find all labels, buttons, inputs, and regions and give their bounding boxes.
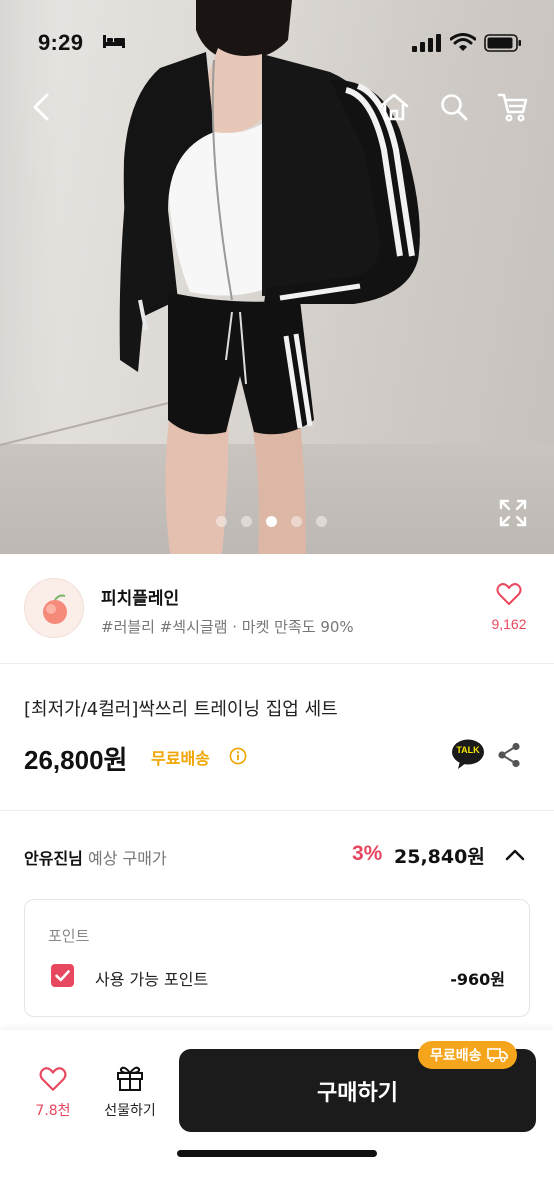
expand-icon[interactable] (497, 497, 529, 529)
estimate-price: 25,840원 (394, 846, 485, 868)
product-image[interactable]: 9:29 (0, 0, 554, 554)
search-button[interactable] (435, 88, 473, 126)
points-label: 사용 가능 포인트 (95, 970, 209, 989)
like-count: 7.8천 (35, 1103, 71, 1119)
free-shipping-badge: 무료배송 (418, 1041, 517, 1069)
estimate-label: 안유진님 예상 구매가 (24, 845, 167, 869)
gallery-dot[interactable] (216, 516, 227, 527)
free-shipping-label: 무료배송 (151, 749, 210, 768)
gift-icon (117, 1066, 143, 1091)
back-arrow-icon (33, 93, 49, 121)
points-box: 포인트 사용 가능 포인트 -960원 (24, 899, 530, 1017)
estimate-user-name: 안유진님 (24, 849, 83, 868)
gallery-pagination (216, 516, 327, 527)
cart-icon (497, 93, 528, 122)
store-like-button[interactable]: 9,162 (484, 582, 534, 632)
check-icon (55, 970, 70, 982)
chevron-up-icon[interactable] (503, 844, 527, 866)
product-price: 26,800원 (24, 745, 128, 775)
home-icon (379, 93, 409, 121)
store-name[interactable]: 피치플레인 (101, 584, 179, 609)
badge-label: 무료배송 (430, 1048, 482, 1064)
store-meta: #러블리 #섹시글램 · 마켓 만족도 90% (101, 618, 354, 636)
estimate-text: 예상 구매가 (87, 849, 167, 868)
like-button[interactable]: 7.8천 (30, 1066, 76, 1120)
gallery-dot[interactable] (241, 516, 252, 527)
product-title: [최저가/4컬러]싹쓰리 트레이닝 집업 세트 (24, 699, 338, 720)
home-button[interactable] (375, 88, 413, 126)
bed-icon (103, 35, 125, 48)
store-like-count: 9,162 (491, 616, 527, 632)
buy-label: 구매하기 (317, 1080, 398, 1106)
truck-icon (486, 1048, 508, 1063)
points-checkbox[interactable] (51, 964, 74, 987)
info-icon[interactable] (229, 747, 247, 765)
status-time: 9:29 (38, 30, 84, 55)
gallery-dot[interactable] (316, 516, 327, 527)
gallery-dot-active[interactable] (266, 516, 277, 527)
store-row[interactable]: 피치플레인 #러블리 #섹시글램 · 마켓 만족도 90% 9,162 (0, 554, 554, 664)
points-value: -960원 (450, 970, 505, 989)
gift-label: 선물하기 (104, 1103, 156, 1119)
cart-button[interactable] (494, 88, 532, 126)
kakao-talk-label: TALK (456, 745, 480, 755)
estimate-discount-rate: 3% (352, 842, 383, 865)
section-divider (0, 810, 554, 811)
heart-icon (39, 1067, 67, 1091)
store-logo[interactable] (24, 578, 84, 638)
status-bar: 9:29 (0, 0, 554, 90)
home-indicator (177, 1150, 377, 1157)
store-logo-peach-icon (43, 594, 67, 624)
back-button[interactable] (22, 88, 60, 126)
gift-button[interactable]: 선물하기 (98, 1064, 162, 1120)
search-icon (441, 94, 468, 121)
kakao-talk-button[interactable]: TALK (451, 739, 485, 771)
points-title: 포인트 (48, 927, 90, 945)
heart-icon (496, 583, 522, 605)
wifi-icon (450, 33, 476, 51)
gallery-dot[interactable] (291, 516, 302, 527)
share-icon[interactable] (497, 742, 521, 768)
battery-icon (484, 34, 521, 52)
signal-icon (412, 34, 441, 52)
kakao-talk-icon (452, 739, 484, 769)
bottom-action-bar: 7.8천 선물하기 구매하기 무료배송 (0, 1030, 554, 1200)
